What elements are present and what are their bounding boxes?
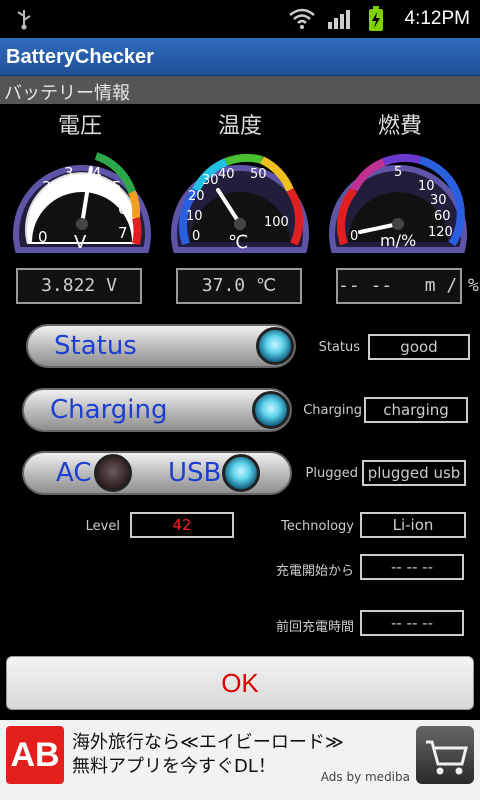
status-indicator	[256, 327, 294, 365]
level-field: 42	[130, 512, 234, 538]
gauge-tick: 5	[394, 165, 402, 180]
gauge-tick: 30	[430, 193, 447, 208]
section-header: バッテリー情報	[0, 76, 480, 104]
app-title: BatteryChecker	[6, 46, 154, 68]
gauge-unit: ℃	[228, 232, 248, 253]
ad-text-line2: 無料アプリを今すぐDL！	[72, 756, 276, 777]
charging-field-label: Charging	[303, 403, 362, 418]
battery-charging-icon	[369, 6, 383, 31]
gauge-tick: 60	[434, 209, 451, 224]
gauge-tick: 30	[202, 173, 219, 188]
gauge-tick: 4	[92, 164, 102, 182]
gauge-tick: 1	[30, 202, 40, 220]
since-charge-field: -- -- --	[360, 554, 464, 580]
ad-text-line1: 海外旅行なら≪エイビーロード≫	[72, 732, 344, 753]
charging-toggle-label: Charging	[50, 395, 168, 425]
voltage-gauge: 0 1 2 3 4 5 6 7 V	[13, 152, 151, 253]
voltage-readout: 3.822 V	[16, 268, 142, 304]
charging-indicator	[252, 391, 290, 429]
gauge-tick: 5	[112, 178, 122, 196]
gauge-tick: 50	[250, 167, 267, 182]
gauge-tick: 20	[188, 189, 205, 204]
ad-attribution: Ads by mediba	[320, 770, 410, 784]
gauge-unit: V	[74, 232, 87, 253]
level-label: Level	[85, 519, 120, 534]
gauge-tick: 10	[186, 209, 203, 224]
section-title: バッテリー情報	[4, 83, 130, 104]
gauge-tick: 0	[192, 229, 200, 244]
since-charge-label: 充電開始から	[275, 564, 354, 579]
efficiency-gauge: 0 5 10 30 60 120 m/%	[329, 154, 467, 253]
status-toggle-label: Status	[54, 331, 137, 361]
usb-icon	[17, 10, 31, 30]
ad-cart-button[interactable]	[416, 726, 474, 784]
gauge-tick: 0	[38, 228, 48, 246]
efficiency-readout: -- -- m / %	[336, 268, 479, 304]
temperature-label: 温度	[217, 114, 262, 139]
voltage-label: 電圧	[57, 114, 102, 139]
wifi-icon	[289, 8, 315, 29]
status-field: good	[368, 334, 470, 360]
efficiency-label: 燃費	[377, 114, 422, 139]
temperature-readout: 37.0 ℃	[176, 268, 302, 304]
plugged-field: plugged usb	[362, 460, 466, 486]
ac-label: AC	[56, 458, 92, 488]
ad-banner[interactable]: AB 海外旅行なら≪エイビーロード≫ 無料アプリを今すぐDL！ Ads by m…	[0, 720, 480, 800]
gauge-unit: m/%	[380, 231, 416, 250]
technology-field: Li-ion	[360, 512, 466, 538]
ok-button[interactable]: OK	[6, 656, 474, 710]
gauge-tick: 40	[218, 167, 235, 182]
signal-icon	[328, 10, 350, 29]
gauge-tick: 2	[42, 178, 52, 196]
last-charge-field: -- -- --	[360, 610, 464, 636]
usb-label: USB	[168, 458, 222, 488]
ad-logo: AB	[6, 726, 64, 784]
last-charge-label: 前回充電時間	[275, 620, 354, 635]
status-bar: 4:12PM	[0, 0, 480, 38]
status-toggle[interactable]: Status	[26, 324, 296, 368]
usb-indicator	[222, 454, 260, 492]
clock: 4:12PM	[404, 8, 470, 29]
shopping-cart-icon	[426, 740, 468, 775]
gauge-tick: 120	[428, 225, 453, 240]
app-title-bar: BatteryChecker	[0, 38, 480, 76]
plugged-field-label: Plugged	[305, 466, 358, 481]
gauge-tick: 0	[350, 229, 358, 244]
gauge-tick: 7	[118, 224, 128, 242]
gauge-tick: 3	[64, 164, 74, 182]
status-field-label: Status	[318, 340, 360, 355]
ac-indicator	[94, 454, 132, 492]
plugged-toggle[interactable]: AC USB	[22, 451, 292, 495]
gauge-tick: 6	[118, 200, 128, 218]
gauge-tick: 100	[264, 215, 289, 230]
gauge-tick: 10	[418, 179, 435, 194]
temperature-gauge: 0 10 20 30 40 50 100 ℃	[171, 154, 309, 253]
charging-field: charging	[364, 397, 468, 423]
technology-label: Technology	[281, 519, 354, 534]
charging-toggle[interactable]: Charging	[22, 388, 292, 432]
